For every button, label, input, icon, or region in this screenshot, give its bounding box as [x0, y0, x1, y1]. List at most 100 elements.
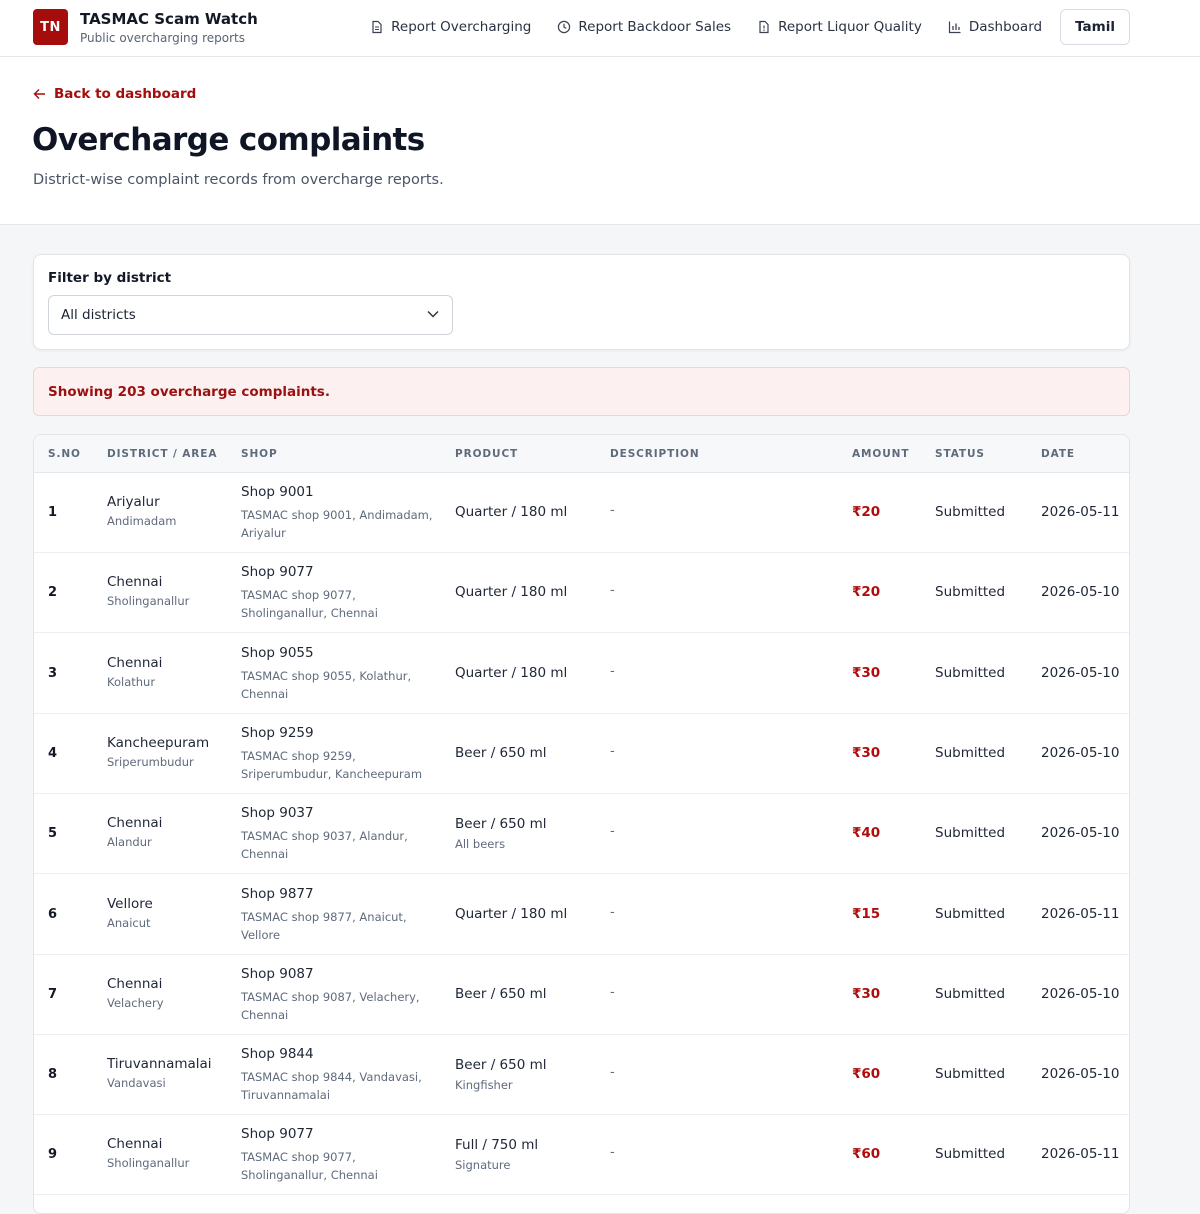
cell-date: 2026-05-10: [1041, 584, 1120, 601]
nav-label: Report Overcharging: [391, 19, 532, 35]
cell-sno: 1: [48, 505, 58, 520]
area-name: Anaicut: [107, 915, 151, 930]
cell-shop: Shop 9844 TASMAC shop 9844, Vandavasi, Tir…: [241, 1046, 436, 1104]
language-toggle-button[interactable]: Tamil: [1060, 9, 1130, 45]
alert-document-icon: [759, 20, 769, 34]
cell-date: 2026-05-10: [1041, 985, 1120, 1002]
cell-description: -: [610, 503, 615, 518]
page-header: Back to dashboard Overcharge complaints …: [0, 57, 1200, 225]
document-icon: [372, 20, 382, 34]
cell-product: Beer / 650 ml: [455, 745, 547, 761]
cell-district: Chennai Sholinganallur: [107, 574, 189, 608]
cell-district: Kancheepuram Sriperumbudur: [107, 735, 209, 769]
filter-card: Filter by district All districts: [33, 254, 1130, 350]
cell-date: 2026-05-10: [1041, 1066, 1120, 1083]
table-row[interactable]: 3 Chennai Kolathur Shop 9055 TASMAC shop 905…: [34, 634, 1129, 714]
cell-amount: ₹60: [852, 1146, 881, 1163]
product-name: Beer / 650 ml: [455, 744, 547, 761]
shop-address-line: Sholinganallur, Chennai: [241, 1168, 378, 1183]
column-header-sno: S.NO: [48, 448, 81, 460]
shop-name: Shop 9259: [241, 724, 314, 741]
shop-address: TASMAC shop 9077, Sholinganallur, Chennai: [241, 586, 436, 622]
cell-amount: ₹40: [852, 825, 881, 842]
table-row[interactable]: 1 Ariyalur Andimadam Shop 9001 TASMAC shop 9…: [34, 473, 1129, 553]
area-name: Sriperumbudur: [107, 754, 194, 769]
brand-title[interactable]: TASMAC Scam Watch: [80, 10, 258, 28]
table-row[interactable]: 5 Chennai Alandur Shop 9037 TASMAC shop 9037…: [34, 794, 1129, 875]
cell-date: 2026-05-11: [1041, 504, 1120, 520]
shop-address-line: TASMAC shop 9055, Kolathur,: [241, 668, 412, 683]
shop-address: TASMAC shop 9087, Velachery, Chennai: [241, 988, 436, 1024]
shop-address-line: TASMAC shop 9037, Alandur,: [241, 829, 408, 844]
shop-name: Shop 9001: [241, 484, 314, 500]
clock-icon: [558, 20, 571, 34]
cell-description: -: [610, 1145, 615, 1161]
brand-logo[interactable]: TN: [33, 9, 68, 45]
column-header-shop: SHOP: [241, 448, 278, 460]
shop-name: Shop 9077: [241, 1126, 314, 1143]
arrow-left-icon: [33, 89, 45, 99]
cell-description: -: [610, 984, 615, 1000]
cell-sno: 5: [48, 826, 58, 842]
cell-date: 2026-05-10: [1041, 744, 1120, 761]
shop-address-line: Chennai: [241, 686, 289, 701]
area-name: Velachery: [107, 995, 164, 1010]
shop-address: TASMAC shop 9001, Andimadam, Ariyalur: [241, 506, 436, 542]
cell-shop: Shop 9077 TASMAC shop 9077, Sholinganallur…: [241, 564, 436, 622]
area-name: Sholinganallur: [107, 594, 190, 609]
table-row[interactable]: 6 Vellore Anaicut Shop 9877 TASMAC shop 9877…: [34, 875, 1129, 955]
cell-status: Submitted: [935, 584, 1006, 601]
nav-report-backdoor-sales[interactable]: Report Backdoor Sales: [557, 19, 731, 35]
cell-shop: Shop 9001 TASMAC shop 9001, Andimadam, Ari…: [241, 484, 436, 542]
shop-name: Shop 9087: [241, 965, 314, 982]
cell-district: Tiruvannamalai Vandavasi: [107, 1056, 212, 1090]
back-to-dashboard-link[interactable]: Back to dashboard: [33, 86, 196, 102]
table-row[interactable]: 2 Chennai Sholinganallur Shop 9077 TASMAC sh…: [34, 553, 1129, 634]
cell-product: Quarter / 180 ml: [455, 665, 567, 681]
column-header-status: STATUS: [935, 448, 985, 460]
table-row[interactable]: 4 Kancheepuram Sriperumbudur Shop 9259 TASMA…: [34, 714, 1129, 794]
product-note: All beers: [455, 837, 506, 852]
shop-address-line: Chennai: [241, 1007, 289, 1022]
shop-address-line: Sriperumbudur, Kancheepuram: [241, 766, 423, 781]
product-name: Beer / 650 ml: [455, 985, 547, 1002]
nav-dashboard[interactable]: Dashboard: [948, 19, 1042, 35]
cell-district: Chennai Sholinganallur: [107, 1136, 189, 1170]
bar-chart-icon: [948, 21, 961, 34]
top-navbar: TN TASMAC Scam Watch Public overcharging…: [0, 0, 1200, 57]
cell-district: Ariyalur Andimadam: [107, 494, 176, 528]
column-header-description: DESCRIPTION: [610, 448, 700, 460]
nav-report-liquor-quality[interactable]: Report Liquor Quality: [757, 19, 922, 35]
shop-address-line: Ariyalur: [241, 526, 286, 540]
area-name: Kolathur: [107, 674, 156, 689]
cell-status: Submitted: [935, 905, 1006, 922]
product-name: Quarter / 180 ml: [455, 905, 568, 922]
area-name: Vandavasi: [107, 1076, 166, 1091]
nav-report-overcharging[interactable]: Report Overcharging: [370, 19, 531, 35]
cell-amount: ₹15: [852, 905, 881, 922]
cell-description: -: [610, 904, 615, 920]
cell-amount: ₹20: [852, 584, 881, 601]
cell-district: Chennai Alandur: [107, 815, 162, 849]
table-row[interactable]: 7 Chennai Velachery Shop 9087 TASMAC shop 90…: [34, 955, 1129, 1035]
table-row[interactable]: 9 Chennai Sholinganallur Shop 9077 TASMAC sh…: [34, 1115, 1129, 1196]
cell-sno: 9: [48, 1147, 58, 1163]
cell-shop: Shop 9087 TASMAC shop 9087, Velachery, Che…: [241, 966, 436, 1024]
cell-shop: Shop 9055 TASMAC shop 9055, Kolathur, Chen…: [241, 645, 436, 703]
shop-name: Shop 9037: [241, 805, 314, 822]
table-row[interactable]: 8 Tiruvannamalai Vandavasi Shop 9844 TASMAC …: [34, 1035, 1129, 1116]
district-select[interactable]: All districts: [48, 295, 453, 335]
district-name: Chennai: [107, 574, 163, 591]
back-link-label: Back to dashboard: [54, 86, 197, 102]
cell-sno: 4: [48, 745, 58, 761]
page-subtitle: District-wise complaint records from ove…: [33, 172, 444, 188]
shop-address-line: TASMAC shop 9259,: [241, 748, 356, 763]
cell-shop: Shop 9077 TASMAC shop 9077, Sholinganallur…: [241, 1126, 436, 1184]
shop-name: Shop 9877: [241, 885, 314, 902]
cell-status: Submitted: [935, 825, 1006, 842]
district-select-value: All districts: [61, 307, 136, 323]
cell-sno: 7: [48, 986, 58, 1002]
shop-name: Shop 9844: [241, 1046, 314, 1063]
cell-product: Beer / 650 ml All beers: [455, 816, 547, 851]
district-name: Chennai: [107, 975, 163, 992]
